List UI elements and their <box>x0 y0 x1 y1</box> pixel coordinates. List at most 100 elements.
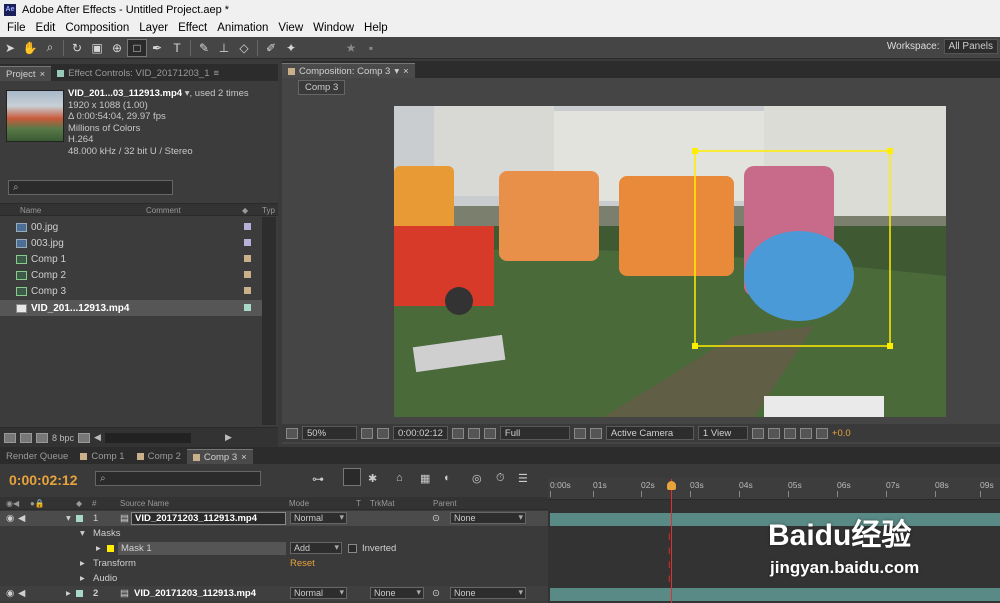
pan-behind-tool-icon[interactable]: ⊕ <box>107 39 127 57</box>
label-color-swatch[interactable] <box>244 304 251 311</box>
solo-lock-icon[interactable]: ●🔒 <box>30 499 45 508</box>
label-color-swatch[interactable] <box>244 239 251 246</box>
project-search-input[interactable]: ⌕ <box>8 180 173 195</box>
rotate-tool-icon[interactable]: ↻ <box>67 39 87 57</box>
trash-icon[interactable] <box>78 432 91 443</box>
chevron-down-icon[interactable]: ▾ <box>394 66 399 77</box>
frame-blending-icon[interactable]: ▦ <box>420 472 430 485</box>
comp-navigator-tab[interactable]: Comp 3 <box>298 80 346 95</box>
label-column-icon[interactable]: ◆ <box>76 499 82 508</box>
close-icon[interactable]: × <box>403 66 409 77</box>
column-type[interactable]: Typ <box>262 206 275 215</box>
panel-menu-icon[interactable]: ≡ <box>214 68 220 79</box>
expand-triangle-icon[interactable]: ▸ <box>96 543 101 554</box>
timeline-current-time[interactable]: 0:00:02:12 <box>9 472 78 488</box>
new-composition-icon[interactable] <box>36 432 48 443</box>
layer-2-duration-bar[interactable] <box>550 588 1000 601</box>
resolution-select[interactable]: Full <box>499 426 570 440</box>
speaker-icon[interactable]: ◀ <box>18 513 25 524</box>
project-horizontal-scrollbar[interactable] <box>104 432 191 443</box>
expand-triangle-icon[interactable]: ▸ <box>80 558 85 569</box>
tab-project[interactable]: Project × <box>0 66 52 81</box>
camera-tool-icon[interactable]: ▣ <box>87 39 107 57</box>
tab-composition[interactable]: Composition: Comp 3 ▾ × <box>282 63 415 78</box>
pen-tool-icon[interactable]: ✒ <box>147 39 167 57</box>
menu-window[interactable]: Window <box>308 22 359 34</box>
channels-icon[interactable] <box>483 427 496 439</box>
view-layout-select[interactable]: 1 View <box>697 426 748 440</box>
layer-parent-select[interactable]: None <box>450 512 526 524</box>
menu-composition[interactable]: Composition <box>60 22 134 34</box>
menu-layer[interactable]: Layer <box>134 22 173 34</box>
tab-render-queue[interactable]: Render Queue <box>0 449 74 464</box>
type-tool-icon[interactable]: T <box>167 39 187 57</box>
shy-layers-icon[interactable]: ⌂ <box>396 472 403 484</box>
expand-triangle-icon[interactable]: ▾ <box>66 513 71 524</box>
column-parent[interactable]: Parent <box>433 499 457 508</box>
masks-group-row[interactable]: ▾ Masks <box>0 526 548 541</box>
tab-comp-2[interactable]: Comp 2 <box>131 449 187 464</box>
speaker-icon[interactable]: ◀ <box>18 588 25 599</box>
project-item[interactable]: Comp 1 <box>0 251 262 267</box>
always-preview-icon[interactable] <box>286 427 298 439</box>
tab-comp-3[interactable]: Comp 3 × <box>186 449 253 464</box>
menu-edit[interactable]: Edit <box>31 22 61 34</box>
audio-row[interactable]: ▸ Audio <box>0 571 548 586</box>
draft-3d-icon[interactable]: ✱ <box>368 472 377 485</box>
column-t[interactable]: T <box>356 499 361 508</box>
expand-triangle-icon[interactable]: ▸ <box>66 588 71 599</box>
flowchart-icon[interactable] <box>799 427 812 439</box>
layer-parent-select[interactable]: None <box>450 587 526 599</box>
av-features-icon[interactable]: ◉◀ <box>6 499 19 508</box>
layer-source-name[interactable]: VID_20171203_112913.mp4 <box>134 588 256 599</box>
rectangle-tool-icon[interactable]: □ <box>127 38 147 57</box>
layer-row[interactable]: ◉ ◀ ▾ 1 ▤ VID_20171203_112913.mp4 Normal… <box>0 511 548 526</box>
layer-trkmat-select[interactable]: None <box>370 587 424 599</box>
snapshot-camera-icon[interactable] <box>451 427 464 439</box>
timeline-icon[interactable] <box>783 427 796 439</box>
hand-tool-icon[interactable]: ✋ <box>20 39 40 57</box>
project-item-selected[interactable]: VID_201...12913.mp4 <box>0 300 262 316</box>
menu-help[interactable]: Help <box>359 22 393 34</box>
mask-visibility-icon[interactable] <box>377 427 389 439</box>
expand-triangle-icon[interactable]: ▸ <box>80 573 85 584</box>
close-icon[interactable]: × <box>40 69 46 80</box>
menu-file[interactable]: File <box>2 22 31 34</box>
label-color-swatch[interactable] <box>244 223 251 230</box>
comment-icon[interactable]: ☰ <box>518 472 528 485</box>
project-item[interactable]: Comp 2 <box>0 267 262 283</box>
workspace-select[interactable]: All Panels <box>943 39 998 54</box>
project-item[interactable]: Comp 3 <box>0 283 262 299</box>
interpret-footage-icon[interactable] <box>4 432 16 443</box>
reset-exposure-icon[interactable] <box>815 427 828 439</box>
bit-depth-button[interactable]: 8 bpc <box>52 433 74 443</box>
mask-mode-select[interactable]: Add <box>290 542 342 554</box>
mask-vertex-handle[interactable] <box>887 343 893 349</box>
current-time-indicator[interactable] <box>667 481 676 490</box>
column-trkmat[interactable]: TrkMat <box>370 499 395 508</box>
label-color-swatch[interactable] <box>244 287 251 294</box>
column-name[interactable]: Name <box>20 206 41 215</box>
eye-icon[interactable]: ◉ <box>6 513 14 524</box>
mask-row[interactable]: ▸ Mask 1 Add Inverted <box>0 541 548 556</box>
zoom-tool-icon[interactable]: ⌕ <box>40 39 60 57</box>
live-update-icon[interactable] <box>343 468 361 486</box>
roto-brush-tool-icon[interactable]: ✐ <box>261 39 281 57</box>
clone-stamp-tool-icon[interactable]: ⊥ <box>214 39 234 57</box>
label-color-swatch[interactable] <box>76 590 83 597</box>
mask-vertex-handle[interactable] <box>692 148 698 154</box>
transparency-grid-icon[interactable] <box>589 427 602 439</box>
label-color-swatch[interactable] <box>76 515 83 522</box>
brush-tool-icon[interactable]: ✎ <box>194 39 214 57</box>
project-vertical-scrollbar[interactable] <box>262 217 276 425</box>
inverted-checkbox[interactable] <box>348 544 357 553</box>
transform-reset-link[interactable]: Reset <box>290 558 315 569</box>
timeline-search-input[interactable]: ⌕ <box>95 471 261 486</box>
transform-row[interactable]: ▸ Transform Reset <box>0 556 548 571</box>
exposure-value[interactable]: +0.0 <box>832 428 851 439</box>
column-mode[interactable]: Mode <box>289 499 309 508</box>
eraser-tool-icon[interactable]: ◇ <box>234 39 254 57</box>
camera-view-select[interactable]: Active Camera <box>605 426 694 440</box>
mask-vertex-handle[interactable] <box>692 343 698 349</box>
star-icon[interactable]: ★ <box>341 39 361 57</box>
